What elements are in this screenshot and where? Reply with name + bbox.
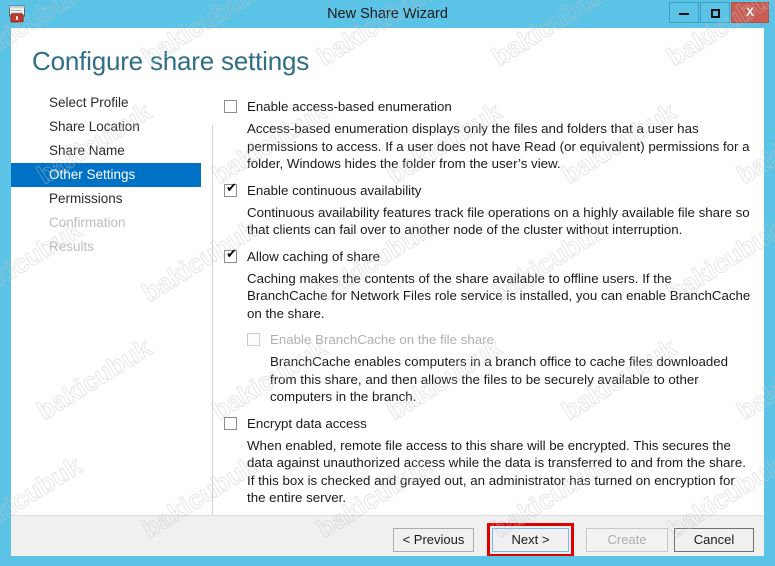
new-share-wizard-window: New Share Wizard X Configure share setti… (0, 0, 775, 566)
option-description: Access-based enumeration displays only t… (247, 121, 750, 171)
option-block: ✔ Enable continuous availability Continuou… (224, 182, 756, 239)
option-description: When enabled, remote file access to this… (247, 437, 746, 506)
window-title: New Share Wizard (327, 6, 448, 22)
wizard-step-list: Select Profile Share Location Share Name Ot… (11, 91, 201, 521)
sidebar-item-confirmation: Confirmation (11, 211, 201, 235)
checkbox-icon[interactable] (224, 416, 237, 430)
title-bar: New Share Wizard X (0, 0, 775, 28)
checkbox-continuous-availability[interactable]: ✔ Enable continuous availability (224, 182, 756, 201)
option-description: BranchCache enables computers in a branc… (270, 354, 729, 404)
checkbox-label: Enable access-based enumeration (247, 99, 452, 114)
checkbox-encrypt-data-access[interactable]: Encrypt data access (224, 415, 756, 434)
sidebar-item-label: Share Name (49, 143, 125, 158)
sidebar-divider (212, 125, 213, 537)
cancel-button[interactable]: Cancel (674, 528, 754, 552)
checkbox-icon[interactable]: ✔ (224, 180, 237, 197)
checkbox-icon (247, 333, 260, 346)
sidebar-item-label: Select Profile (49, 95, 129, 110)
option-block: Encrypt data access When enabled, remote … (224, 415, 756, 507)
option-block: Enable access-based enumeration Access-ba… (224, 98, 756, 173)
sidebar-item-select-profile[interactable]: Select Profile (11, 91, 201, 115)
sidebar-item-share-name[interactable]: Share Name (11, 139, 201, 163)
wizard-client-area: Configure share settings Select Profile S… (11, 28, 764, 556)
checkbox-icon[interactable] (224, 100, 237, 113)
option-block: ✔ Allow caching of share Caching makes the… (224, 248, 756, 323)
previous-button[interactable]: < Previous (393, 528, 474, 552)
checkbox-label: Enable continuous availability (247, 182, 422, 198)
checkmark-icon: ✔ (226, 180, 237, 196)
settings-options-pane: Enable access-based enumeration Access-ba… (224, 98, 756, 523)
checkbox-icon[interactable]: ✔ (224, 246, 237, 263)
checkmark-icon: ✔ (226, 246, 237, 262)
sidebar-item-label: Share Location (49, 119, 140, 134)
option-description: Continuous availability features track f… (247, 204, 750, 238)
close-button[interactable]: X (731, 2, 769, 23)
maximize-icon (710, 8, 720, 18)
minimize-button[interactable] (669, 2, 699, 23)
sidebar-item-label: Permissions (49, 191, 123, 206)
create-button[interactable]: Create (586, 528, 668, 552)
page-header: Configure share settings (11, 28, 764, 91)
checkbox-allow-caching-of-share[interactable]: ✔ Allow caching of share (224, 248, 756, 267)
sidebar-item-other-settings[interactable]: Other Settings (11, 163, 201, 187)
maximize-button[interactable] (700, 2, 730, 23)
sidebar-item-permissions[interactable]: Permissions (11, 187, 201, 211)
sidebar-item-results: Results (11, 235, 201, 259)
sidebar-item-label: Confirmation (49, 215, 126, 230)
sidebar-item-label: Other Settings (49, 167, 136, 182)
sidebar-item-label: Results (49, 239, 95, 254)
option-description: Caching makes the contents of the share … (247, 270, 751, 321)
checkbox-label: Encrypt data access (247, 415, 367, 431)
next-button[interactable]: Next > (492, 528, 569, 552)
checkbox-label: Allow caching of share (247, 248, 381, 264)
checkbox-label: Enable BranchCache on the file share (270, 332, 494, 347)
checkbox-enable-branchcache: Enable BranchCache on the file share (247, 331, 756, 350)
wizard-footer: < Previous Next > Create Cancel (11, 516, 764, 556)
checkbox-access-based-enumeration[interactable]: Enable access-based enumeration (224, 98, 756, 117)
minimize-icon (679, 13, 689, 16)
sidebar-item-share-location[interactable]: Share Location (11, 115, 201, 139)
option-block: Enable BranchCache on the file share Bran… (247, 331, 756, 406)
page-title: Configure share settings (32, 46, 310, 76)
